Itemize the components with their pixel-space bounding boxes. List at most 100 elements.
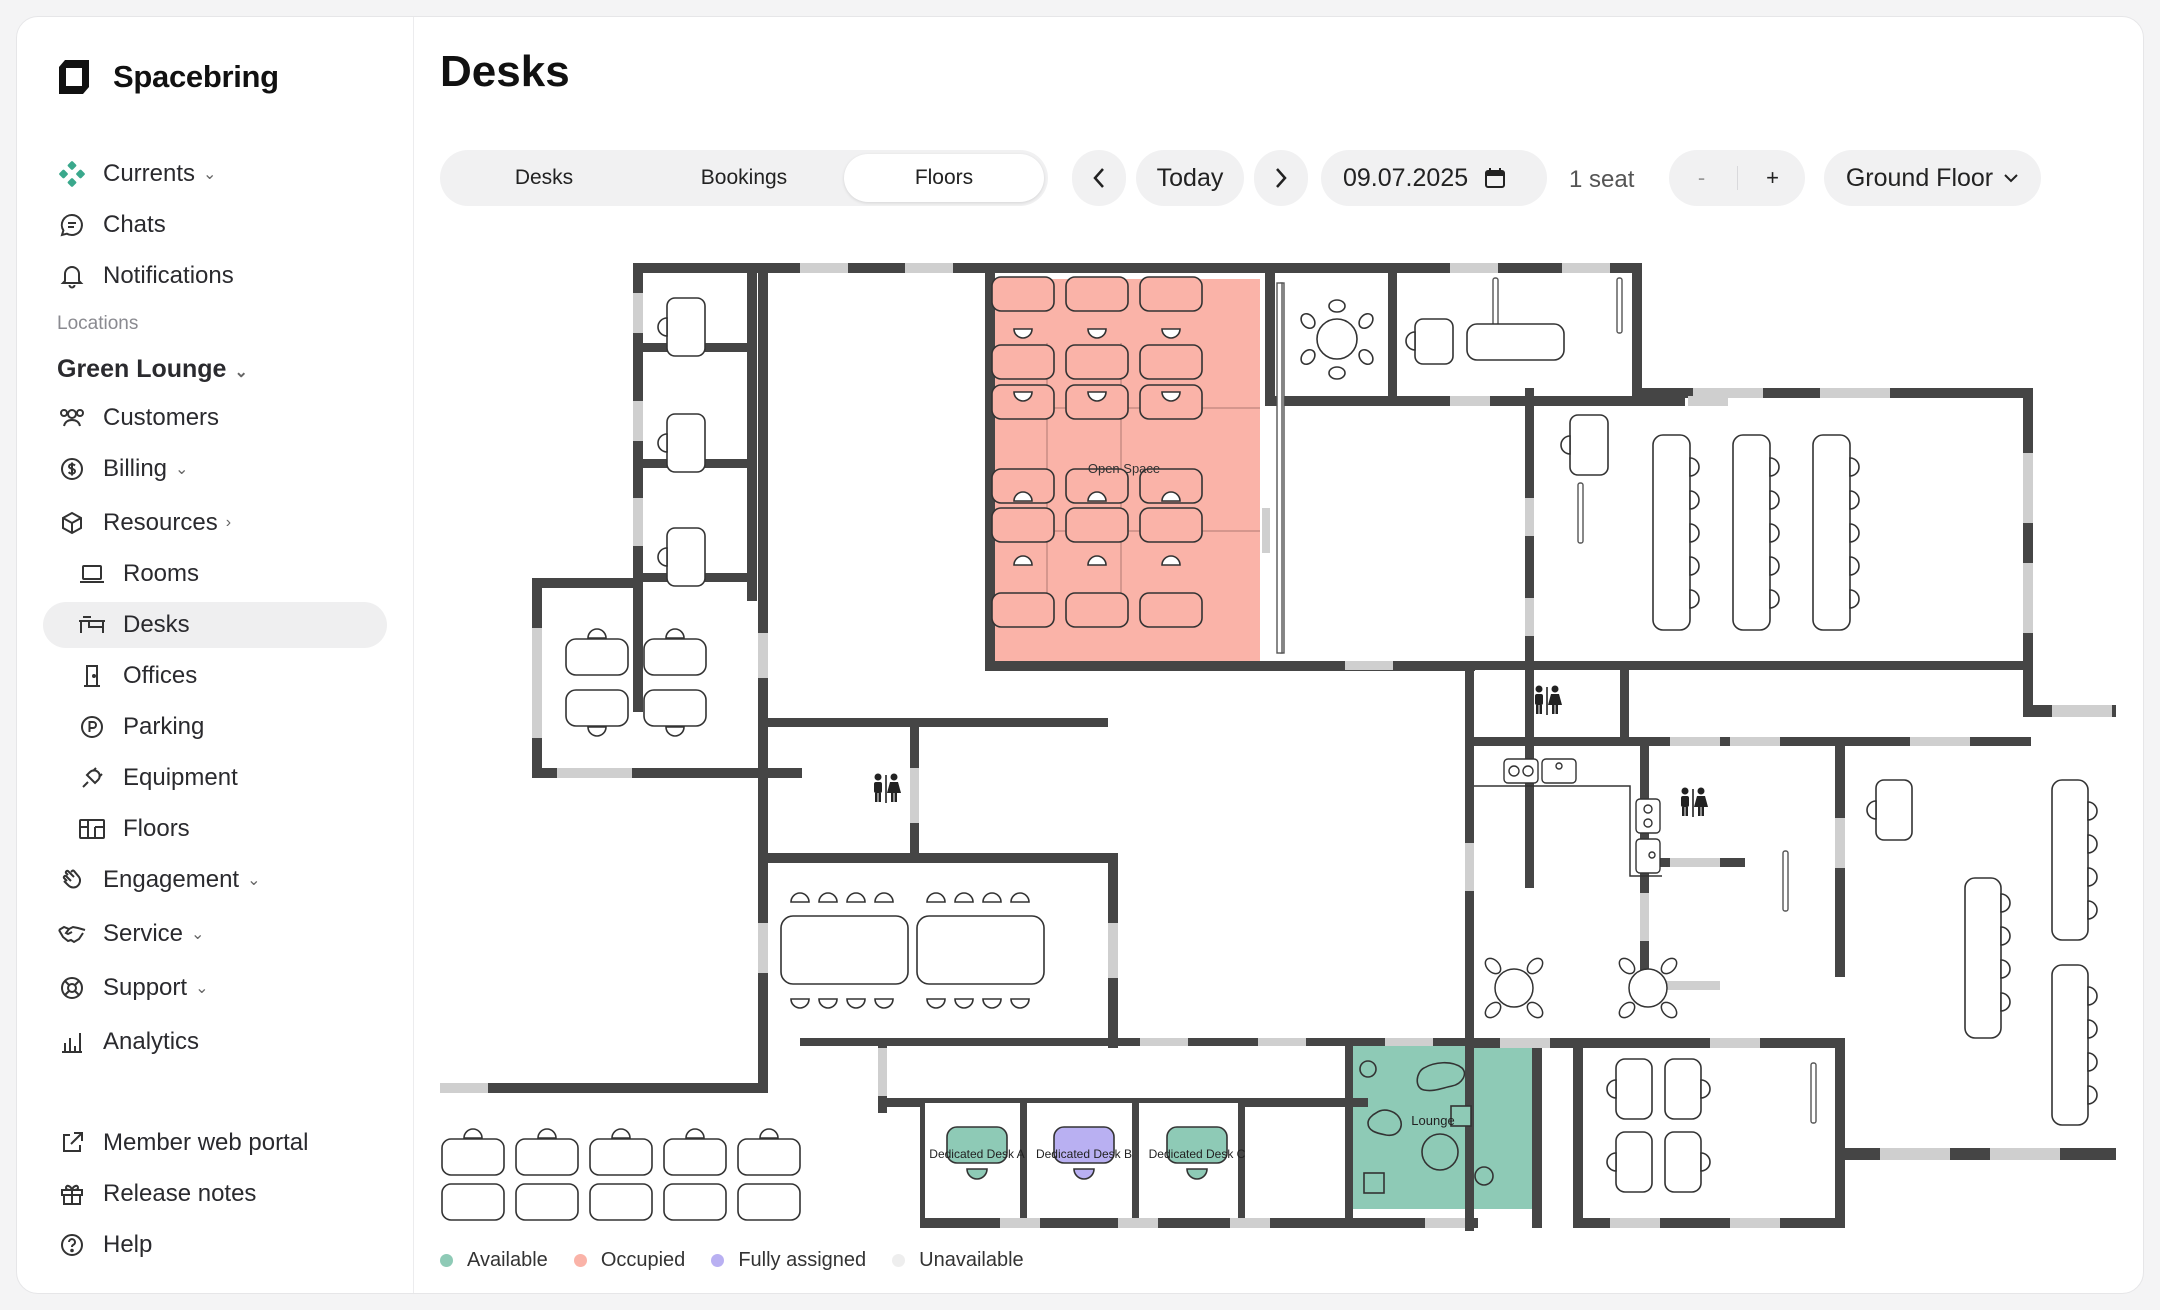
sidebar-item-billing[interactable]: Billing ⌄ bbox=[43, 446, 387, 492]
conference-chair bbox=[790, 998, 810, 1009]
round-table-room bbox=[1300, 299, 1374, 380]
chat-icon bbox=[57, 210, 87, 240]
far-east-chair bbox=[2087, 867, 2098, 887]
dedicated-desk-b[interactable]: Dedicated Desk B bbox=[1027, 1103, 1132, 1218]
tab-desks[interactable]: Desks bbox=[444, 154, 644, 202]
open-space-desk bbox=[1139, 344, 1203, 380]
location-selector[interactable]: Green Lounge ⌄ bbox=[57, 355, 248, 384]
next-day-button[interactable] bbox=[1254, 150, 1308, 206]
conference-chair bbox=[954, 998, 974, 1009]
sidebar-item-label: Floors bbox=[123, 815, 190, 842]
location-name: Green Lounge bbox=[57, 355, 227, 383]
floor-selector[interactable]: Ground Floor bbox=[1824, 150, 2041, 206]
sidebar-item-resources[interactable]: Resources › bbox=[43, 500, 387, 546]
sidebar-item-desks[interactable]: Desks bbox=[43, 602, 387, 648]
brand[interactable]: Spacebring bbox=[55, 57, 279, 97]
southwest-desk bbox=[441, 1138, 505, 1176]
southwest-chair bbox=[759, 1128, 779, 1139]
open-space-desk bbox=[1065, 592, 1129, 628]
currents-icon bbox=[57, 159, 87, 189]
wave-hand-icon bbox=[57, 865, 87, 895]
legend-label: Unavailable bbox=[919, 1249, 1024, 1271]
conference-chair bbox=[954, 892, 974, 903]
southwest-chair bbox=[685, 1128, 705, 1139]
sidebar-item-equipment[interactable]: Equipment bbox=[43, 755, 387, 801]
date-picker[interactable]: 09.07.2025 bbox=[1321, 150, 1547, 206]
sidebar-item-label: Notifications bbox=[103, 262, 234, 289]
sidebar-item-customers[interactable]: Customers bbox=[43, 395, 387, 441]
sidebar-item-label: Support bbox=[103, 974, 188, 1001]
today-button[interactable]: Today bbox=[1136, 150, 1244, 206]
sidebar-item-service[interactable]: Service ⌄ bbox=[43, 911, 387, 957]
tab-floors[interactable]: Floors bbox=[844, 154, 1044, 202]
far-east-chair bbox=[2087, 1052, 2098, 1072]
southwest-desk bbox=[515, 1138, 579, 1176]
east-office-chair bbox=[1689, 589, 1700, 609]
sidebar-item-floors[interactable]: Floors bbox=[43, 806, 387, 852]
conference-chair bbox=[846, 998, 866, 1009]
open-space-desk bbox=[1065, 344, 1129, 380]
sidebar-item-label: Resources bbox=[103, 509, 218, 536]
open-space-desk bbox=[1139, 507, 1203, 543]
far-east-chair bbox=[2087, 1019, 2098, 1039]
sidebar-item-rooms[interactable]: Rooms bbox=[43, 551, 387, 597]
locations-heading: Locations bbox=[57, 313, 139, 334]
southwest-desk bbox=[589, 1183, 653, 1221]
sidebar-item-parking[interactable]: Parking bbox=[43, 704, 387, 750]
handshake-icon bbox=[57, 919, 87, 949]
sidebar-item-label: Offices bbox=[123, 662, 198, 689]
calendar-icon bbox=[1485, 168, 1506, 188]
sidebar-item-notifications[interactable]: Notifications bbox=[43, 253, 387, 299]
help-icon bbox=[57, 1230, 87, 1260]
sidebar-item-engagement[interactable]: Engagement ⌄ bbox=[43, 857, 387, 903]
seat-increment-button[interactable]: + bbox=[1743, 165, 1803, 191]
desk-icon bbox=[77, 610, 107, 640]
restroom-icon bbox=[874, 773, 901, 803]
dedicated-desk-c[interactable]: Dedicated Desk C bbox=[1139, 1103, 1246, 1218]
conference-chair bbox=[982, 892, 1002, 903]
chevron-down-icon: ⌄ bbox=[234, 364, 248, 381]
chevron-right-icon: › bbox=[225, 514, 232, 531]
east-office-chair bbox=[1769, 556, 1780, 576]
bar-chart-icon bbox=[57, 1027, 87, 1057]
open-space-desk bbox=[991, 276, 1055, 312]
floorplan-icon bbox=[77, 814, 107, 844]
legend-swatch bbox=[711, 1254, 725, 1267]
sidebar-item-offices[interactable]: Offices bbox=[43, 653, 387, 699]
sidebar-item-label: Customers bbox=[103, 404, 220, 431]
stepper-divider bbox=[1736, 166, 1738, 190]
conference-chair bbox=[926, 892, 946, 903]
open-space-desk bbox=[1065, 384, 1129, 420]
box-icon bbox=[57, 508, 87, 538]
east-office-chair bbox=[1769, 457, 1780, 477]
door-icon bbox=[77, 661, 107, 691]
southwest-desk bbox=[737, 1138, 801, 1176]
plug-icon bbox=[77, 763, 107, 793]
sidebar-item-member-portal[interactable]: Member web portal bbox=[43, 1120, 387, 1166]
sidebar-item-help[interactable]: Help bbox=[43, 1222, 387, 1268]
conference-chair bbox=[874, 892, 894, 903]
tab-bookings[interactable]: Bookings bbox=[644, 154, 844, 202]
sidebar-item-currents[interactable]: Currents ⌄ bbox=[43, 151, 387, 197]
conference-chair bbox=[1010, 892, 1030, 903]
sidebar-item-release-notes[interactable]: Release notes bbox=[43, 1171, 387, 1217]
east-office-chair bbox=[1849, 556, 1860, 576]
seat-stepper: - + bbox=[1669, 150, 1805, 206]
sidebar-item-analytics[interactable]: Analytics bbox=[43, 1019, 387, 1065]
private-office-north bbox=[1405, 318, 1565, 365]
sidebar-item-support[interactable]: Support ⌄ bbox=[43, 965, 387, 1011]
southwest-desk bbox=[515, 1183, 579, 1221]
southwest-desk bbox=[441, 1183, 505, 1221]
sidebar-item-label: Billing bbox=[103, 455, 168, 482]
legend-item-unavailable: Unavailable bbox=[892, 1249, 1024, 1272]
main-content: Desks Desks Bookings Floors Today 09.07.… bbox=[414, 17, 2143, 1293]
sidebar-item-chats[interactable]: Chats bbox=[43, 202, 387, 248]
southwest-chair bbox=[537, 1128, 557, 1139]
legend-swatch bbox=[892, 1254, 906, 1267]
seat-decrement-button[interactable]: - bbox=[1672, 165, 1732, 191]
open-space-label: Open Space bbox=[1088, 461, 1160, 476]
gift-icon bbox=[57, 1179, 87, 1209]
dedicated-desk-a[interactable]: Dedicated Desk A bbox=[925, 1103, 1025, 1218]
prev-day-button[interactable] bbox=[1072, 150, 1126, 206]
phone-booths bbox=[657, 297, 706, 587]
